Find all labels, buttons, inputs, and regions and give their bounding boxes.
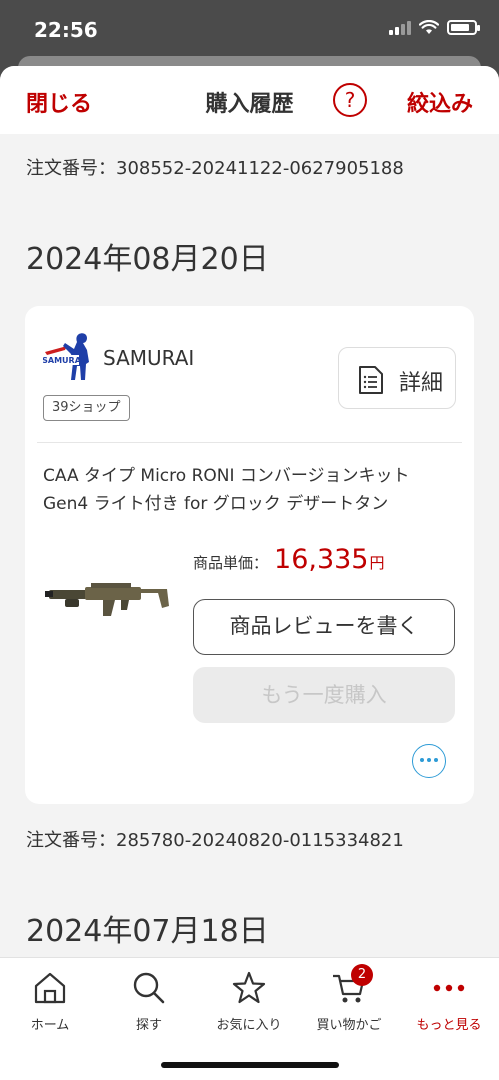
status-icons [389,20,480,35]
detail-button-label: 詳細 [399,371,444,396]
price-unit: 円 [369,554,385,572]
detail-button[interactable]: 詳細 [338,347,456,409]
more-options-icon[interactable] [412,744,446,778]
home-indicator [161,1062,339,1068]
cellular-signal-icon [389,20,411,35]
price-value: 16,335 [274,544,369,575]
tab-cart[interactable]: 2 買い物かご [299,958,399,1038]
tab-favorites[interactable]: お気に入り [199,958,299,1038]
tab-cart-label: 買い物かご [316,1018,382,1033]
tab-search[interactable]: 探す [99,958,199,1038]
order-date-next: 2024年07月18日 [26,914,269,949]
battery-icon [447,20,480,35]
product-name[interactable]: CAA タイプ Micro RONI コンバージョンキット Gen4 ライト付き… [43,462,458,518]
tab-home-label: ホーム [30,1018,70,1033]
cart-count-badge: 2 [351,964,373,986]
filter-button[interactable]: 絞込み [407,86,473,118]
product-image[interactable] [45,576,175,626]
purchase-history-sheet: 閉じる 購入履歴 ? 絞込み 注文番号：308552-20241122-0627… [0,66,499,1080]
shop-logo-text: SAMURAI [43,356,84,365]
status-time: 22:56 [34,18,98,42]
write-review-button[interactable]: 商品レビューを書く [193,599,455,655]
shop-logo: SAMURAI [43,333,89,380]
tab-more-label: もっと見る [416,1018,482,1033]
order-date: 2024年08月20日 [26,242,269,277]
tab-home[interactable]: ホーム [0,958,100,1038]
help-button[interactable]: ? [333,83,367,117]
order-number: 注文番号：285780-20240820-0115334821 [26,830,404,851]
wifi-icon [419,20,439,34]
price-label: 商品単価： [193,554,269,572]
buy-again-button[interactable]: もう一度購入 [193,667,455,723]
shop-badge: 39ショップ [43,395,130,421]
order-card: SAMURAI SAMURAI 39ショップ 詳細 CAA タイプ Micro … [25,306,474,804]
tab-search-label: 探す [135,1018,162,1033]
price-row: 商品単価： 16,335 円 [193,544,385,575]
shop-name[interactable]: SAMURAI [103,346,194,370]
divider [37,442,462,443]
home-icon [34,972,66,1004]
more-dots-icon [433,984,465,992]
tab-favorites-label: お気に入り [216,1018,282,1033]
document-icon [359,366,383,394]
tab-more[interactable]: もっと見る [399,958,499,1038]
star-icon [232,971,266,1004]
search-icon [133,972,165,1004]
previous-order-number: 注文番号：308552-20241122-0627905188 [26,158,404,179]
header: 閉じる 購入履歴 ? 絞込み [0,66,499,134]
status-bar: 22:56 [0,0,499,60]
